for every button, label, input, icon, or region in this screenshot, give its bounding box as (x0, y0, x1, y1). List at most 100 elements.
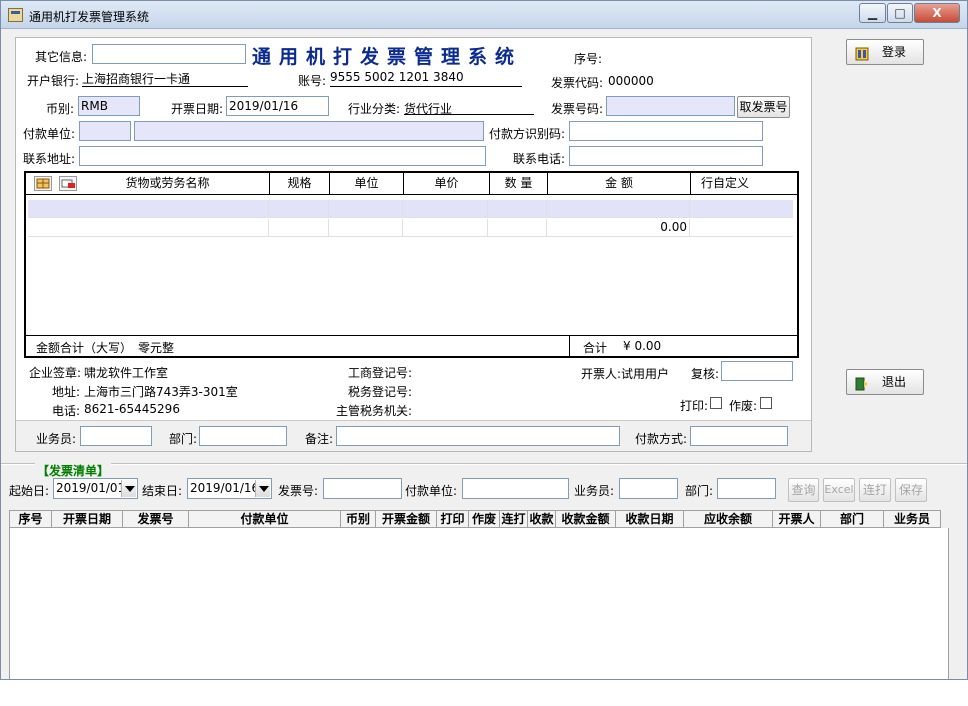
row-amount[interactable]: 0.00 (546, 219, 689, 237)
list-col-drawer[interactable]: 开票人 (773, 511, 821, 527)
filter-dept-input[interactable] (717, 478, 776, 499)
col-unit: 单位 (329, 173, 403, 195)
row-unit[interactable] (328, 219, 402, 237)
col-custom: 行自定义 (690, 173, 797, 195)
account-value[interactable]: 9555 5002 1201 3840 (330, 70, 464, 84)
filter-payer-label: 付款单位: (405, 484, 458, 498)
payer-code-input[interactable] (79, 121, 131, 141)
batch-print-button[interactable]: 连打 (859, 478, 891, 502)
list-col-payer[interactable]: 付款单位 (189, 511, 341, 527)
tax-reg-label: 税务登记号: (348, 385, 413, 399)
payer-name-input[interactable] (134, 121, 484, 141)
footer-phone-label: 电话: (52, 404, 81, 418)
col-quantity: 数 量 (489, 173, 547, 195)
exit-button[interactable]: 退出 (846, 369, 924, 395)
list-col-received-amount[interactable]: 收款金额 (556, 511, 616, 527)
footer-phone-value: 8621-65445296 (84, 402, 180, 416)
clerk-label: 业务员: (36, 432, 77, 446)
row-unit[interactable] (328, 200, 402, 218)
chevron-down-icon[interactable] (121, 480, 136, 497)
list-col-dept[interactable]: 部门 (821, 511, 884, 527)
invoice-list-body[interactable] (9, 528, 949, 679)
reviewer-input[interactable] (721, 361, 793, 381)
clerk-input[interactable] (80, 426, 152, 446)
end-date-combo[interactable]: 2019/01/16 (187, 478, 272, 499)
filter-clerk-input[interactable] (619, 478, 678, 499)
drawer-label: 开票人: (581, 367, 622, 381)
row-price[interactable] (402, 200, 487, 218)
print-label: 打印: (680, 399, 709, 413)
list-col-serial[interactable]: 序号 (10, 511, 52, 527)
list-col-invoice-no[interactable]: 发票号 (123, 511, 189, 527)
row-spec[interactable] (268, 200, 328, 218)
void-label: 作废: (729, 399, 758, 413)
filter-invoice-no-label: 发票号: (278, 484, 319, 498)
table-row[interactable] (28, 200, 793, 218)
row-spec[interactable] (268, 219, 328, 237)
col-spec: 规格 (269, 173, 329, 195)
account-label: 账号: (298, 74, 327, 88)
app-window: 通用机打发票管理系统 ▁ □ X 其它信息: 通用机打发票管理系统 序号: 开户… (0, 0, 968, 680)
maximize-button[interactable]: □ (887, 3, 913, 23)
invoice-no-input[interactable] (606, 96, 735, 116)
list-col-balance[interactable]: 应收余额 (684, 511, 773, 527)
drawer-value: 试用用户 (621, 367, 670, 381)
invoice-code-label: 发票代码: (551, 76, 604, 90)
end-date-label: 结束日: (142, 484, 183, 498)
row-name[interactable] (28, 200, 268, 218)
biz-reg-label: 工商登记号: (348, 366, 413, 380)
invoice-list-header: 序号 开票日期 发票号 付款单位 币别 开票金额 打印 作废 连打 收款 收款金… (9, 510, 941, 528)
row-amount[interactable] (546, 200, 689, 218)
other-info-input[interactable] (92, 44, 246, 64)
row-custom[interactable] (689, 200, 793, 218)
login-button[interactable]: 登录 (846, 39, 924, 65)
currency-input[interactable]: RMB (78, 96, 140, 116)
list-col-date[interactable]: 开票日期 (52, 511, 123, 527)
filter-payer-input[interactable] (462, 478, 569, 499)
list-col-void[interactable]: 作废 (469, 511, 500, 527)
row-qty[interactable] (487, 219, 546, 237)
dept-input[interactable] (199, 426, 287, 446)
minimize-button[interactable]: ▁ (859, 3, 886, 23)
payer-id-label: 付款方识别码: (489, 127, 566, 141)
remark-input[interactable] (336, 426, 620, 446)
close-button[interactable]: X (914, 3, 960, 23)
list-col-clerk[interactable]: 业务员 (884, 511, 940, 527)
list-col-amount[interactable]: 开票金额 (376, 511, 437, 527)
col-goods-name: 货物或劳务名称 (125, 176, 210, 190)
total-divider (569, 336, 570, 356)
invoice-panel: 其它信息: 通用机打发票管理系统 序号: 开户银行: 上海招商银行一卡通 账号:… (15, 37, 812, 452)
list-col-received[interactable]: 收款 (528, 511, 556, 527)
excel-button[interactable]: Excel (823, 478, 855, 502)
start-date-combo[interactable]: 2019/01/01 (53, 478, 138, 499)
row-qty[interactable] (487, 200, 546, 218)
save-button[interactable]: 保存 (895, 478, 927, 502)
table-row[interactable]: 0.00 (28, 219, 793, 237)
list-col-currency[interactable]: 币别 (341, 511, 376, 527)
filter-invoice-no-input[interactable] (323, 478, 402, 499)
row-custom[interactable] (689, 219, 793, 237)
list-col-received-date[interactable]: 收款日期 (616, 511, 684, 527)
account-underline (330, 86, 522, 87)
invoice-list-title: 【发票清单】 (35, 462, 112, 479)
invoice-code-value: 000000 (608, 74, 654, 88)
address-input[interactable] (79, 146, 486, 166)
industry-label: 行业分类: (348, 102, 401, 116)
pay-method-input[interactable] (690, 426, 788, 446)
bank-value[interactable]: 上海招商银行一卡通 (82, 70, 190, 87)
print-checkbox[interactable] (710, 397, 722, 409)
dept-label: 部门: (169, 432, 198, 446)
phone-input[interactable] (569, 146, 763, 166)
get-invoice-no-button[interactable]: 取发票号 (737, 96, 790, 118)
query-button[interactable]: 查询 (788, 478, 819, 502)
void-checkbox[interactable] (760, 397, 772, 409)
list-col-batch[interactable]: 连打 (500, 511, 528, 527)
row-name[interactable] (28, 219, 268, 237)
chevron-down-icon[interactable] (255, 480, 270, 497)
row-price[interactable] (402, 219, 487, 237)
payer-id-input[interactable] (569, 121, 763, 141)
login-label: 登录 (882, 45, 907, 59)
date-input[interactable]: 2019/01/16 (226, 96, 329, 116)
currency-label: 币别: (46, 102, 75, 116)
list-col-print[interactable]: 打印 (437, 511, 469, 527)
